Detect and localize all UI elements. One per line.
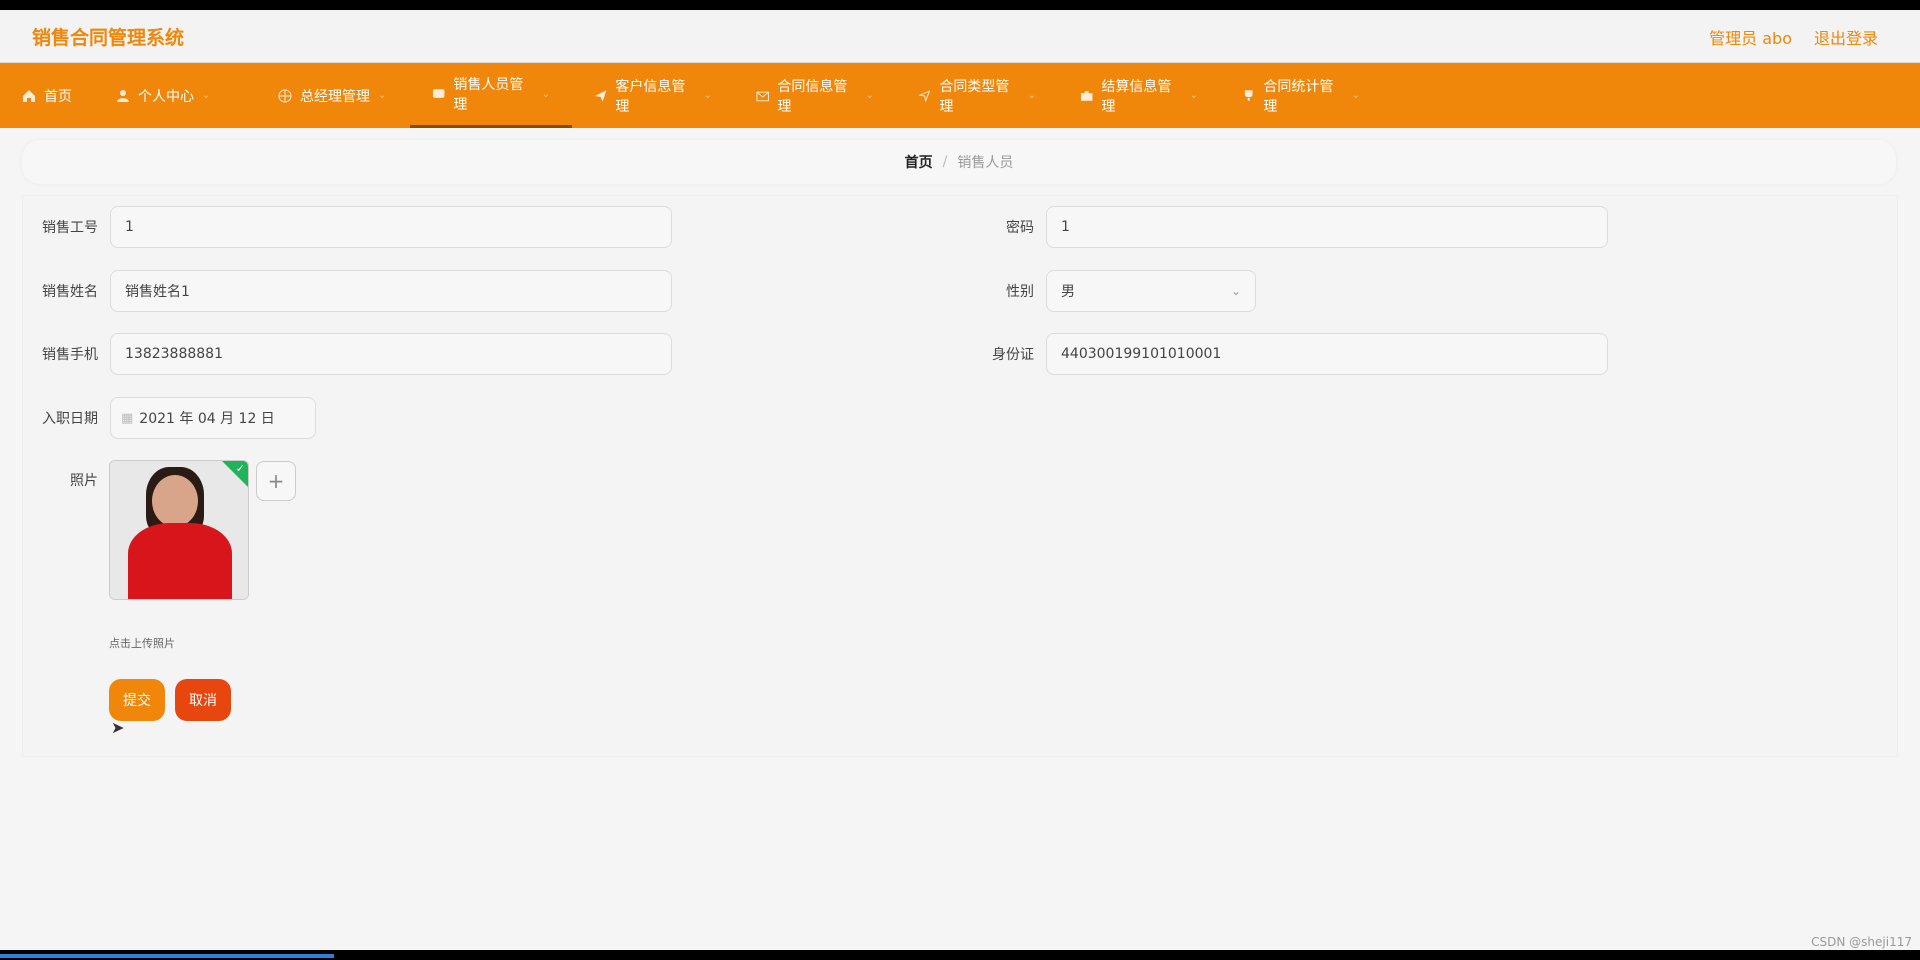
nav-label: 结算信息管理 [1101, 78, 1172, 115]
nav-item-contract-stats[interactable]: 合同统计管理 ⌄ [1220, 63, 1382, 128]
nav-item-home[interactable]: 首页 [0, 63, 94, 128]
phone-label: 销售手机 [42, 347, 98, 363]
idcard-input[interactable]: 440300199101010001 [1046, 333, 1608, 375]
gender-row: 性别 男 ⌄ [958, 270, 1256, 312]
phone-input[interactable]: 13823888881 [110, 333, 672, 375]
gender-label: 性别 [1006, 284, 1034, 300]
breadcrumb-home[interactable]: 首页 [905, 152, 933, 172]
submit-button[interactable]: 提交 [109, 679, 165, 721]
date-row: 入职日期 ▦ 2021 年 04 月 12 日 [22, 397, 316, 439]
nav-label: 合同类型管理 [939, 78, 1010, 115]
sales-id-row: 销售工号 1 [22, 206, 672, 248]
send-icon [594, 89, 607, 102]
breadcrumb-separator: / [942, 154, 948, 170]
progress-indicator [0, 954, 334, 958]
sales-id-label: 销售工号 [42, 220, 98, 236]
nav-item-contract-info[interactable]: 合同信息管理 ⌄ [734, 63, 896, 128]
gender-value: 男 [1061, 284, 1075, 300]
idcard-row: 身份证 440300199101010001 [958, 333, 1608, 375]
header: 销售合同管理系统 管理员 abo 退出登录 [0, 10, 1920, 63]
header-actions: 管理员 abo 退出登录 [1709, 25, 1878, 49]
sales-id-input[interactable]: 1 [110, 206, 672, 248]
breadcrumb-current: 销售人员 [957, 155, 1014, 171]
nav-item-manager[interactable]: 总经理管理 ⌄ [256, 63, 410, 128]
calendar-icon: ▦ [121, 410, 134, 426]
breadcrumb: 首页 / 销售人员 [22, 140, 1896, 184]
person-body-shape [128, 523, 232, 599]
phone-row: 销售手机 13823888881 [22, 333, 672, 375]
user-icon [117, 89, 129, 102]
trophy-icon [1244, 89, 1253, 101]
chevron-down-icon: ⌄ [1027, 90, 1036, 101]
nav-item-contract-type[interactable]: 合同类型管理 ⌄ [896, 63, 1058, 128]
photo-row: 照片 [22, 470, 110, 490]
name-row: 销售姓名 销售姓名1 [22, 270, 672, 312]
logout-button[interactable]: 退出登录 [1814, 25, 1878, 49]
chevron-down-icon: ⌄ [1189, 90, 1198, 101]
upload-tip: 点击上传照片 [109, 637, 175, 650]
nav-label: 总经理管理 [300, 88, 370, 105]
main-nav: 首页 个人中心 ⌄ 总经理管理 ⌄ 销售人员管理 ⌄ 客户信息管理 ⌄ 合同信息管理 ⌄ … [0, 63, 1920, 128]
add-photo-button[interactable]: + [256, 461, 296, 501]
nav-label: 合同统计管理 [1263, 78, 1334, 115]
password-label: 密码 [1006, 220, 1034, 236]
photo-label: 照片 [70, 473, 98, 489]
top-black-bar [0, 0, 1920, 10]
cancel-button[interactable]: 取消 [175, 679, 231, 721]
name-input[interactable]: 销售姓名1 [110, 270, 672, 312]
chevron-down-icon: ⌄ [1351, 90, 1360, 101]
admin-user-label[interactable]: 管理员 abo [1709, 25, 1792, 49]
mail-icon [756, 91, 769, 101]
nav-label: 合同信息管理 [777, 78, 848, 115]
idcard-label: 身份证 [992, 347, 1034, 363]
location-icon [918, 89, 931, 102]
nav-label: 销售人员管理 [453, 77, 524, 113]
briefcase-icon [1080, 90, 1093, 101]
chevron-down-icon: ⌄ [202, 90, 211, 101]
chevron-down-icon: ⌄ [1230, 284, 1241, 298]
gender-select[interactable]: 男 ⌄ [1046, 270, 1256, 312]
plus-icon: + [267, 469, 285, 493]
nav-label: 首页 [44, 88, 72, 105]
date-picker[interactable]: ▦ 2021 年 04 月 12 日 [110, 397, 316, 439]
date-label: 入职日期 [42, 411, 98, 427]
nav-item-sales-staff[interactable]: 销售人员管理 ⌄ [410, 63, 572, 128]
chevron-down-icon: ⌄ [703, 90, 712, 101]
nav-item-personal-center[interactable]: 个人中心 ⌄ [94, 63, 256, 128]
chevron-down-icon: ⌄ [541, 88, 550, 100]
nav-label: 客户信息管理 [615, 78, 686, 115]
name-label: 销售姓名 [42, 284, 98, 300]
nav-label: 个人中心 [138, 88, 194, 105]
chevron-down-icon: ⌄ [378, 90, 387, 101]
password-row: 密码 1 [958, 206, 1608, 248]
globe-icon [278, 89, 292, 102]
check-icon: ✓ [235, 462, 245, 475]
app-title: 销售合同管理系统 [32, 27, 185, 49]
mouse-cursor-icon: ➤ [111, 718, 125, 737]
uploaded-photo[interactable]: ✓ [109, 460, 249, 600]
date-value: 2021 年 04 月 12 日 [139, 411, 275, 427]
home-icon [23, 89, 35, 102]
nav-item-customer-info[interactable]: 客户信息管理 ⌄ [572, 63, 734, 128]
password-input[interactable]: 1 [1046, 206, 1608, 248]
chat-icon [432, 89, 445, 98]
watermark: CSDN @sheji117 [1811, 935, 1912, 949]
chevron-down-icon: ⌄ [865, 90, 874, 101]
nav-item-settlement[interactable]: 结算信息管理 ⌄ [1058, 63, 1220, 128]
person-head-shape [152, 475, 198, 527]
